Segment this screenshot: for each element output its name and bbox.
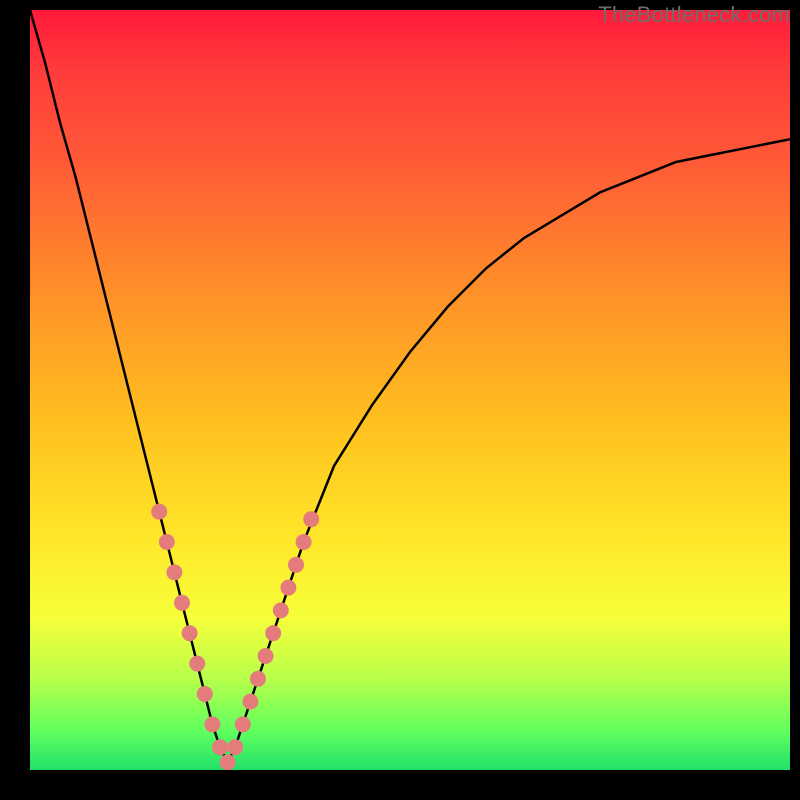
sample-dot xyxy=(182,625,198,641)
sample-dot xyxy=(235,716,251,732)
sample-dot xyxy=(280,580,296,596)
sample-dot xyxy=(258,648,274,664)
sample-dot xyxy=(288,557,304,573)
chart-frame xyxy=(30,10,790,770)
sample-dot xyxy=(189,656,205,672)
sample-dot xyxy=(166,564,182,580)
sample-dot xyxy=(303,511,319,527)
sample-dot xyxy=(204,716,220,732)
sample-dot xyxy=(242,694,258,710)
sample-dot xyxy=(197,686,213,702)
chart-svg xyxy=(30,10,790,770)
sample-dot xyxy=(174,595,190,611)
sample-dot xyxy=(227,739,243,755)
sample-dot xyxy=(151,504,167,520)
watermark-text: TheBottleneck.com xyxy=(598,2,790,28)
sample-dot xyxy=(296,534,312,550)
sample-dot xyxy=(220,754,236,770)
sample-dot xyxy=(159,534,175,550)
sample-dots-group xyxy=(151,504,319,770)
bottleneck-curve xyxy=(30,10,790,762)
sample-dot xyxy=(265,625,281,641)
sample-dot xyxy=(250,671,266,687)
sample-dot xyxy=(212,739,228,755)
sample-dot xyxy=(273,602,289,618)
